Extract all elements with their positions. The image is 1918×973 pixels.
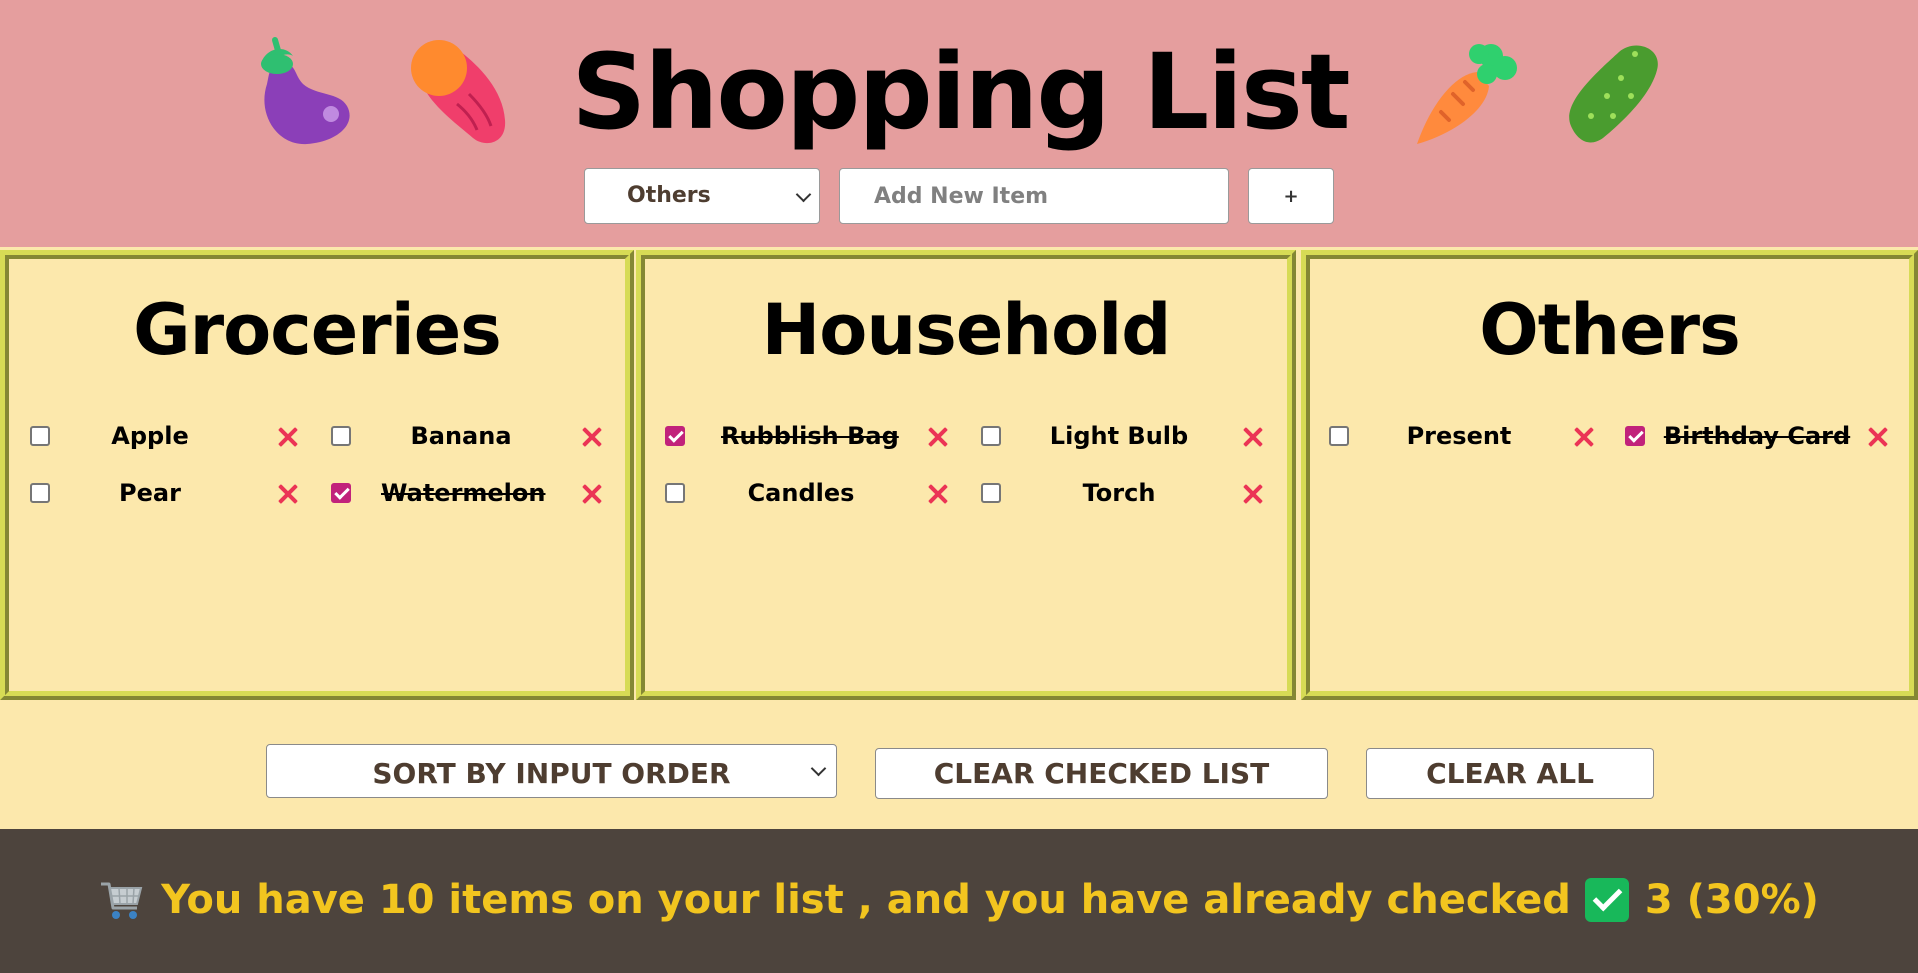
eggplant-icon: [261, 37, 351, 145]
item-label: Watermelon: [381, 479, 546, 507]
add-item-form: Others +: [0, 168, 1918, 224]
list-item: Watermelon: [331, 478, 611, 508]
delete-x-icon[interactable]: [580, 478, 604, 508]
list-item: Present: [1329, 421, 1619, 451]
list-panel-household: Household Rubblish Bag Light Bulb Candle…: [636, 250, 1296, 700]
item-checkbox[interactable]: [981, 483, 1001, 503]
checked-summary: 3 (30%): [1644, 877, 1819, 923]
list-panel-others: Others Present Birthday Card: [1301, 250, 1918, 700]
chevron-down-icon: [795, 186, 812, 203]
title-row: Shopping List: [0, 28, 1918, 156]
item-checkbox[interactable]: [1625, 426, 1645, 446]
add-item-button[interactable]: +: [1248, 168, 1334, 224]
list-item: Apple: [30, 421, 306, 451]
item-checkbox[interactable]: [665, 426, 685, 446]
item-label: Present: [1406, 422, 1512, 450]
list-item: Candles: [665, 478, 955, 508]
item-label: Pear: [119, 479, 181, 507]
delete-x-icon[interactable]: [1866, 421, 1890, 451]
list-item: Banana: [331, 421, 611, 451]
delete-x-icon[interactable]: [276, 421, 300, 451]
category-select-value: Others: [627, 183, 711, 208]
shopping-cart-icon: [101, 882, 143, 919]
cucumber-icon: [1568, 45, 1658, 143]
item-label: Rubblish Bag: [721, 422, 899, 450]
item-checkbox[interactable]: [1329, 426, 1349, 446]
page-title: Shopping List: [571, 31, 1350, 153]
delete-x-icon[interactable]: [1241, 421, 1265, 451]
summary-row: You have 10 items on your list , and you…: [0, 877, 1918, 923]
item-checkbox[interactable]: [665, 483, 685, 503]
delete-x-icon[interactable]: [926, 421, 950, 451]
item-label: Birthday Card: [1663, 422, 1851, 450]
check-mark-button-icon: [1584, 878, 1629, 922]
item-checkbox[interactable]: [331, 426, 351, 446]
sort-select-value: SORT BY INPUT ORDER: [372, 757, 731, 790]
list-item: Birthday Card: [1625, 421, 1915, 451]
item-list: Present Birthday Card: [1310, 259, 1909, 691]
item-checkbox[interactable]: [30, 483, 50, 503]
item-label: Candles: [747, 479, 855, 507]
new-item-input[interactable]: [839, 168, 1229, 224]
list-item: Torch: [981, 478, 1271, 508]
list-item: Light Bulb: [981, 421, 1271, 451]
footer: You have 10 items on your list , and you…: [0, 829, 1918, 973]
list-item: Pear: [30, 478, 306, 508]
sort-select[interactable]: SORT BY INPUT ORDER: [266, 744, 837, 798]
item-label: Banana: [410, 422, 512, 450]
clear-all-button[interactable]: CLEAR ALL: [1366, 748, 1654, 799]
delete-x-icon[interactable]: [1572, 421, 1596, 451]
item-checkbox[interactable]: [331, 483, 351, 503]
header: Shopping List Others +: [0, 0, 1918, 247]
summary-text: You have 10 items on your list , and you…: [161, 877, 1571, 923]
clear-checked-button[interactable]: CLEAR CHECKED LIST: [875, 748, 1328, 799]
item-list: Apple Banana Pear Watermelon: [9, 259, 625, 691]
delete-x-icon[interactable]: [580, 421, 604, 451]
item-label: Torch: [1082, 479, 1156, 507]
item-label: Light Bulb: [1049, 422, 1189, 450]
item-checkbox[interactable]: [981, 426, 1001, 446]
item-checkbox[interactable]: [30, 426, 50, 446]
delete-x-icon[interactable]: [926, 478, 950, 508]
delete-x-icon[interactable]: [1241, 478, 1265, 508]
item-list: Rubblish Bag Light Bulb Candles Torch: [645, 259, 1287, 691]
item-label: Apple: [111, 422, 189, 450]
list-item: Rubblish Bag: [665, 421, 955, 451]
lists-area: Groceries Apple Banana Pear Watermelon H…: [0, 250, 1918, 700]
category-select[interactable]: Others: [584, 168, 820, 224]
delete-x-icon[interactable]: [276, 478, 300, 508]
carrot-icon: [1416, 44, 1517, 144]
list-panel-groceries: Groceries Apple Banana Pear Watermelon: [0, 250, 634, 700]
sweet-potato-icon: [411, 40, 506, 144]
